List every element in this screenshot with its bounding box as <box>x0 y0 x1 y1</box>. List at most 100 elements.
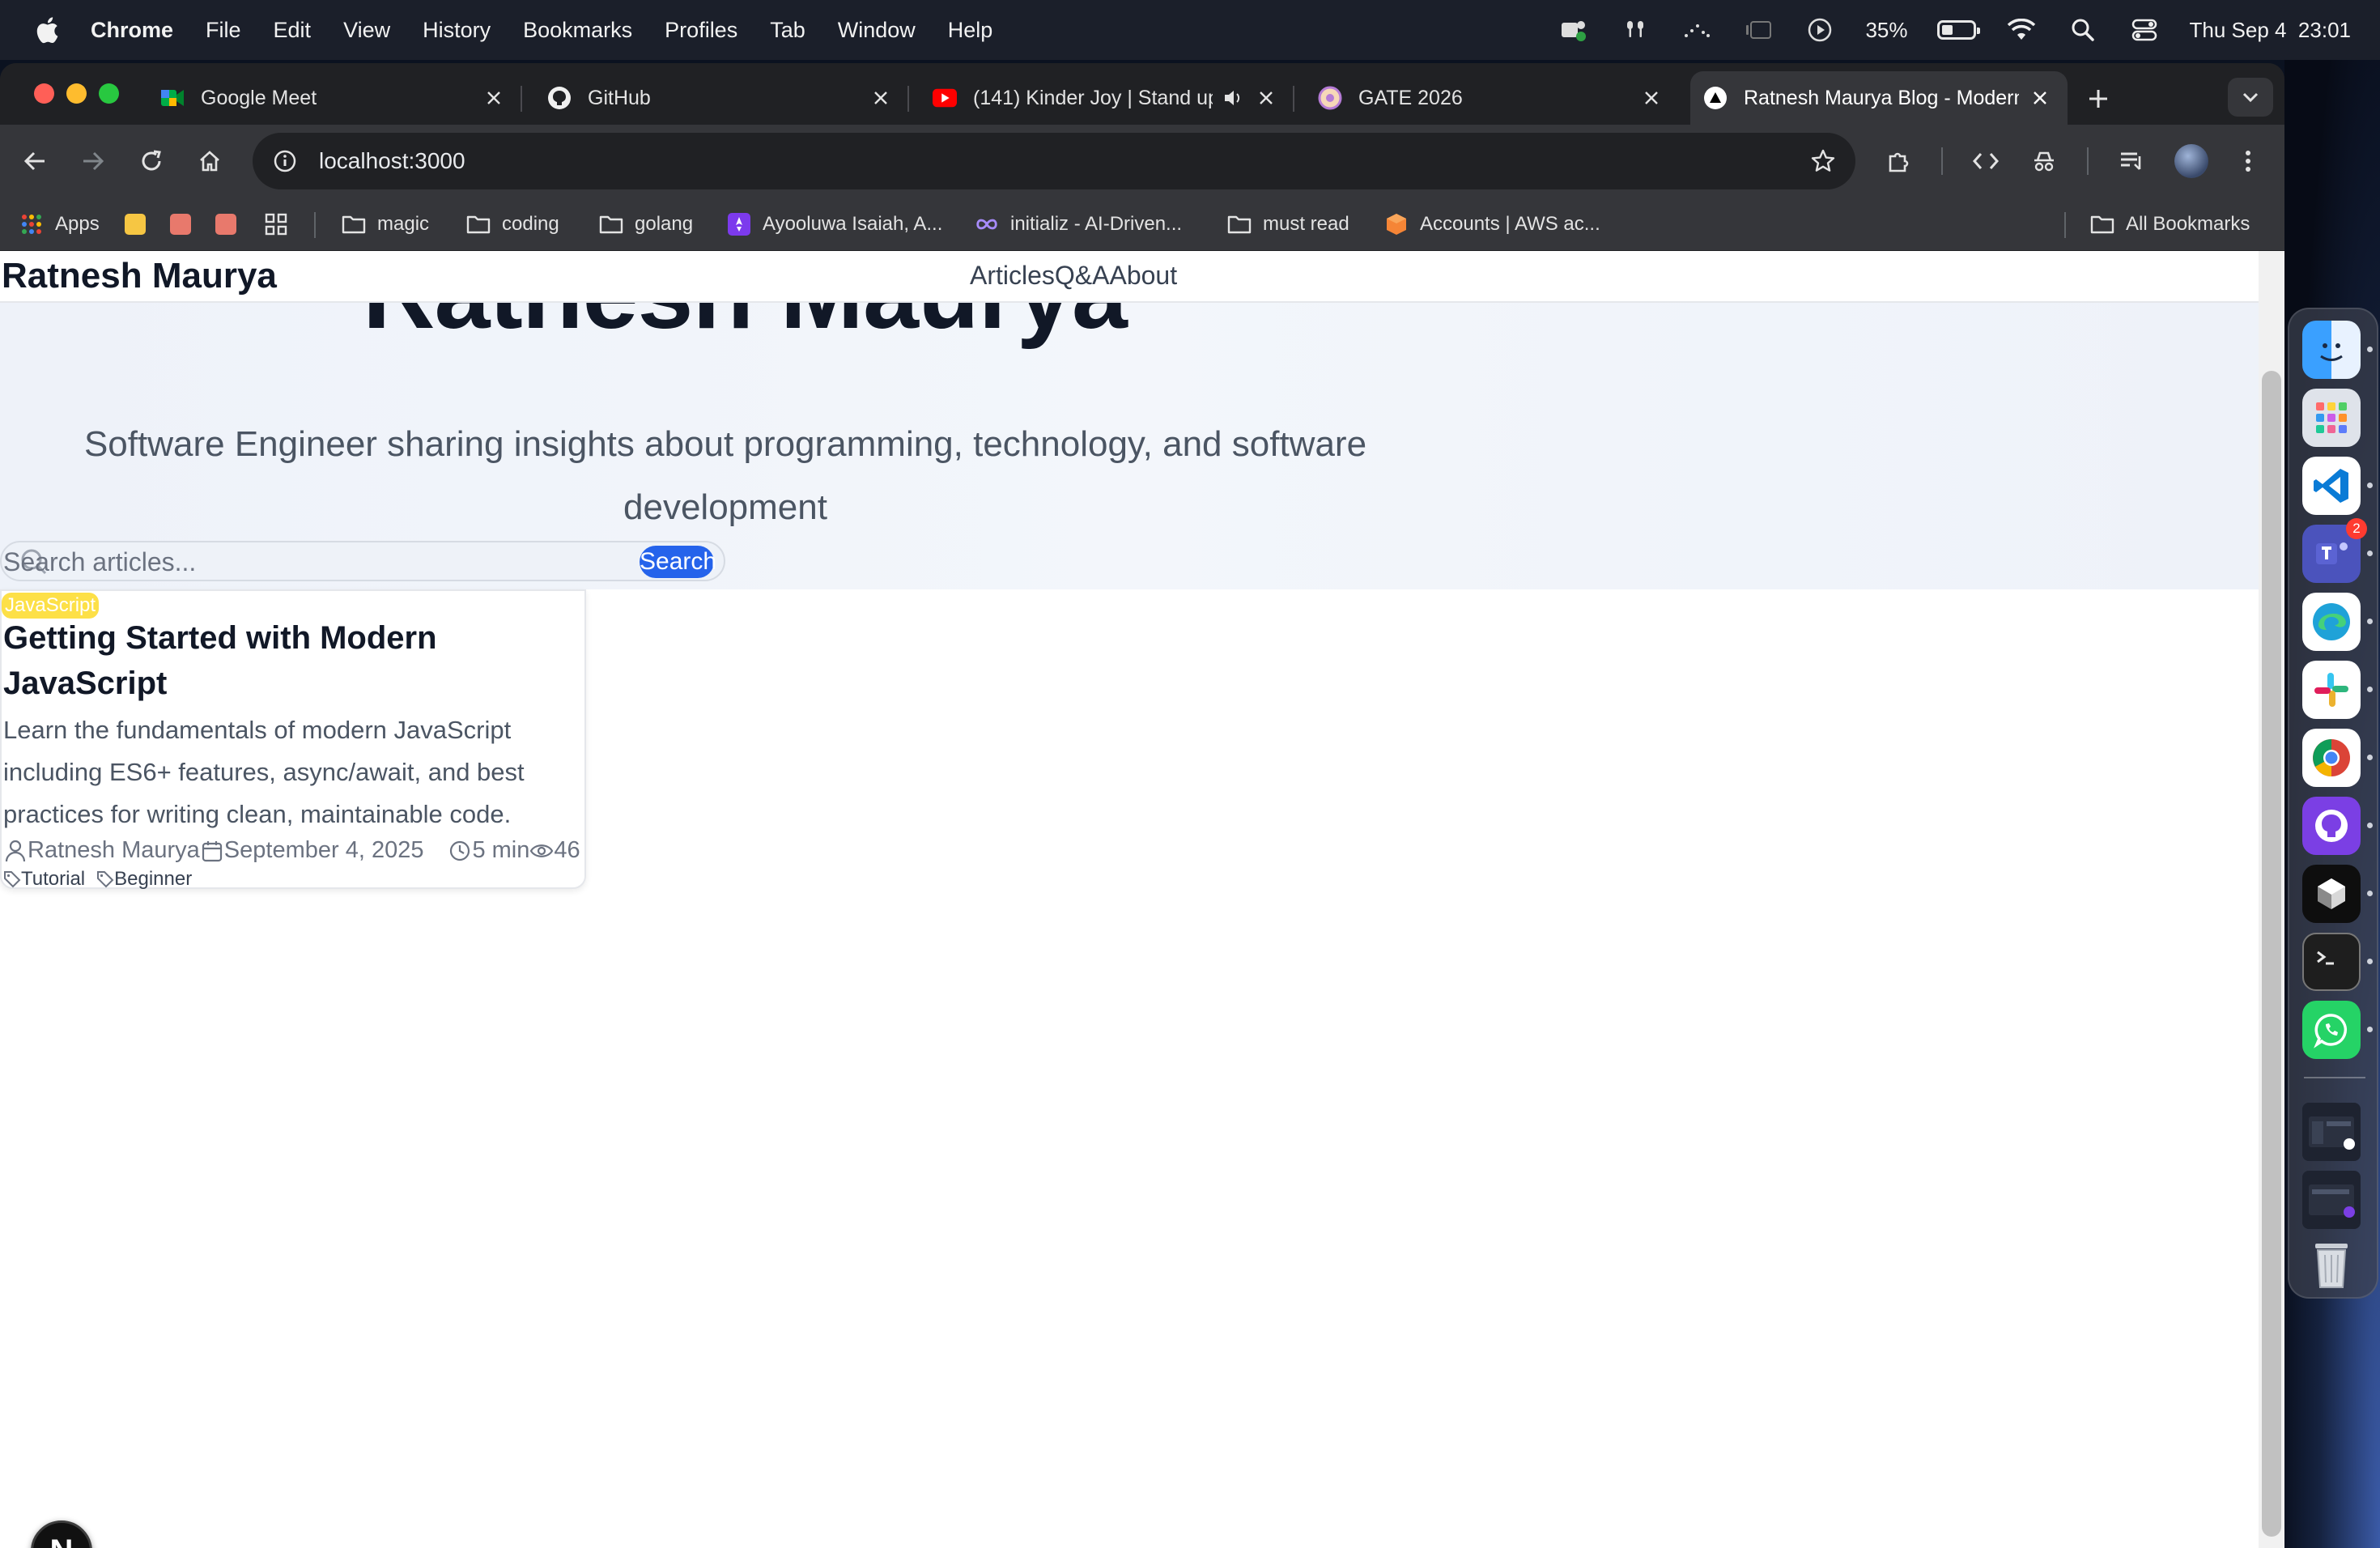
site-info-icon[interactable] <box>269 145 301 177</box>
bookmark-favicon-red[interactable] <box>215 214 236 235</box>
menu-file[interactable]: File <box>206 18 241 43</box>
cursor-icon[interactable] <box>2302 865 2361 923</box>
back-arrow-icon[interactable] <box>16 142 53 180</box>
control-center-icon[interactable] <box>2128 15 2161 45</box>
bookmark-apps[interactable]: Apps <box>19 209 100 240</box>
teams-status-icon[interactable] <box>1558 15 1590 45</box>
now-playing-icon[interactable] <box>1804 15 1836 45</box>
close-tab-icon[interactable] <box>482 87 505 109</box>
bookmark-aws-accounts[interactable]: Accounts | AWS ac... <box>1384 209 1600 240</box>
search-button[interactable]: Search <box>640 546 716 578</box>
menu-window[interactable]: Window <box>838 18 916 43</box>
article-excerpt: Learn the fundamentals of modern JavaScr… <box>3 716 525 828</box>
finder-icon[interactable] <box>2302 321 2361 379</box>
terminal-icon[interactable] <box>2302 933 2361 991</box>
tab-search-chevron-icon[interactable] <box>2228 78 2273 117</box>
tab-youtube[interactable]: (141) Kinder Joy | Stand up <box>933 71 1294 125</box>
window-preview-github[interactable] <box>2302 1171 2361 1229</box>
chrome-icon[interactable] <box>2302 729 2361 787</box>
menu-profiles[interactable]: Profiles <box>665 18 737 43</box>
home-icon[interactable] <box>191 142 228 180</box>
airpods-icon[interactable] <box>1619 15 1651 45</box>
more-menu-icon[interactable] <box>2229 142 2267 180</box>
edge-icon[interactable] <box>2302 593 2361 651</box>
address-bar[interactable]: localhost:3000 <box>253 133 1855 189</box>
menu-history[interactable]: History <box>423 18 491 43</box>
trash-icon[interactable] <box>2302 1235 2361 1294</box>
folder-icon <box>466 212 491 236</box>
reading-list-icon[interactable] <box>2113 142 2150 180</box>
new-tab-icon[interactable] <box>2082 83 2114 115</box>
window-preview-slack[interactable] <box>2302 1103 2361 1161</box>
site-brand[interactable]: Ratnesh Maurya <box>2 256 277 296</box>
profile-avatar[interactable] <box>2174 144 2208 178</box>
wifi-icon[interactable] <box>2005 15 2038 45</box>
close-tab-icon[interactable] <box>1255 87 1277 109</box>
bookmark-favicon-yellow[interactable] <box>125 214 146 235</box>
nav-link-articles[interactable]: Articles <box>970 261 1055 291</box>
tab-title: (141) Kinder Joy | Stand up <box>973 86 1213 109</box>
bookmark-folder-must-read[interactable]: must read <box>1227 209 1349 240</box>
activity-icon[interactable] <box>1681 15 1713 45</box>
apple-logo-icon[interactable] <box>32 15 60 45</box>
bookmark-favicon-red[interactable] <box>170 214 191 235</box>
running-indicator <box>2367 823 2373 828</box>
stage-manager-icon[interactable] <box>1742 15 1774 45</box>
battery-icon[interactable] <box>1936 20 1980 40</box>
tab-ratnesh-blog[interactable]: Ratnesh Maurya Blog - Modern <box>1690 71 2068 125</box>
window-zoom-button[interactable] <box>99 83 119 104</box>
close-tab-icon[interactable] <box>2029 87 2051 109</box>
menu-edit[interactable]: Edit <box>274 18 312 43</box>
bookmark-folder-magic[interactable]: magic <box>342 209 429 240</box>
bookmark-star-icon[interactable] <box>1807 145 1839 177</box>
whatsapp-icon[interactable] <box>2302 1001 2361 1059</box>
apps-grid-icon <box>19 212 44 236</box>
tab-title: GitHub <box>588 86 651 109</box>
slack-icon[interactable] <box>2302 661 2361 719</box>
menu-view[interactable]: View <box>343 18 390 43</box>
menu-chrome[interactable]: Chrome <box>91 18 173 43</box>
code-brackets-icon[interactable] <box>1967 142 2004 180</box>
folder-icon <box>1227 212 1252 236</box>
window-minimize-button[interactable] <box>66 83 87 104</box>
tab-gate-2026[interactable]: GATE 2026 <box>1318 71 1679 125</box>
bookmark-grid-icon[interactable] <box>264 209 288 240</box>
article-title[interactable]: Getting Started with Modern JavaScript <box>3 615 570 706</box>
window-close-button[interactable] <box>34 83 54 104</box>
bookmark-ayooluwa[interactable]: Ayooluwa Isaiah, A... <box>727 209 942 240</box>
vscode-icon[interactable] <box>2302 457 2361 515</box>
folder-icon <box>599 212 623 236</box>
tab-github[interactable]: GitHub <box>547 71 909 125</box>
bookmark-folder-golang[interactable]: golang <box>599 209 693 240</box>
tab-google-meet[interactable]: Google Meet <box>160 71 522 125</box>
bookmark-initializ[interactable]: initializ - AI-Driven... <box>975 209 1182 240</box>
close-tab-icon[interactable] <box>869 87 892 109</box>
page-scrollbar-thumb[interactable] <box>2262 371 2281 1537</box>
menu-help[interactable]: Help <box>948 18 993 43</box>
reload-icon[interactable] <box>133 142 170 180</box>
launchpad-icon[interactable] <box>2302 389 2361 447</box>
forward-arrow-icon[interactable] <box>74 142 112 180</box>
search-input[interactable] <box>2 544 633 580</box>
extensions-puzzle-icon[interactable] <box>1880 142 1917 180</box>
close-tab-icon[interactable] <box>1640 87 1663 109</box>
bookmark-folder-coding[interactable]: coding <box>466 209 559 240</box>
article-author: Ratnesh Maurya <box>28 837 200 863</box>
menu-tab[interactable]: Tab <box>770 18 805 43</box>
spotlight-search-icon[interactable] <box>2067 15 2099 45</box>
nav-link-about[interactable]: About <box>1109 261 1177 291</box>
speaker-audio-icon[interactable] <box>1222 87 1245 109</box>
github-desktop-icon[interactable] <box>2302 797 2361 855</box>
article-card[interactable]: JavaScript Getting Started with Modern J… <box>0 589 586 891</box>
nav-link-qa[interactable]: Q&A <box>1055 261 1110 291</box>
tag-tutorial[interactable]: Tutorial <box>3 868 85 891</box>
menu-bookmarks[interactable]: Bookmarks <box>523 18 632 43</box>
hero-subtitle: Software Engineer sharing insights about… <box>83 424 1367 527</box>
bookmark-all-bookmarks[interactable]: All Bookmarks <box>2090 209 2250 240</box>
incognito-extension-icon[interactable] <box>2025 142 2063 180</box>
menubar-clock[interactable]: Thu Sep 4 23:01 <box>2190 18 2351 43</box>
nextjs-dev-indicator[interactable]: N <box>31 1520 92 1548</box>
infinity-icon <box>975 212 999 236</box>
url-text[interactable]: localhost:3000 <box>319 148 465 174</box>
tag-beginner[interactable]: Beginner <box>96 868 192 891</box>
